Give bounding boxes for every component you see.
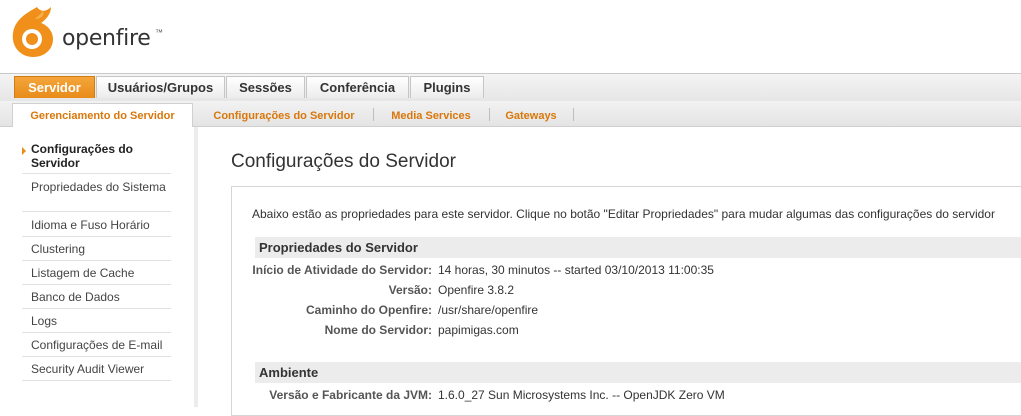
- active-arrow-icon: [22, 147, 26, 155]
- sidebar-item-listagem-de-cache[interactable]: Listagem de Cache: [22, 266, 171, 285]
- property-label: Caminho do Openfire:: [306, 303, 432, 317]
- subtab-gerenciamento-do-servidor[interactable]: Gerenciamento do Servidor: [12, 103, 193, 127]
- openfire-logo-icon: [12, 7, 53, 57]
- sub-tab-bar: Gerenciamento do Servidor Configurações …: [0, 101, 1021, 127]
- sidebar-item-label: Listagem de Cache: [31, 266, 135, 280]
- property-label: Versão e Fabricante da JVM:: [269, 388, 432, 402]
- sidebar-item-configuracoes-de-email[interactable]: Configurações de E-mail: [22, 338, 171, 357]
- sidebar-item-label: Clustering: [31, 242, 86, 256]
- subtab-divider: [489, 108, 490, 121]
- property-value: 1.6.0_27 Sun Microsystems Inc. -- OpenJD…: [438, 388, 725, 402]
- brand-name: openfire: [62, 26, 151, 51]
- property-label: Nome do Servidor:: [324, 323, 432, 337]
- subtab-configuracoes-do-servidor[interactable]: Configurações do Servidor: [203, 103, 365, 128]
- property-label: Versão:: [388, 283, 432, 297]
- sidebar-item-label: Security Audit Viewer: [31, 362, 145, 376]
- intro-text: Abaixo estão as propriedades para este s…: [252, 207, 995, 221]
- tab-conferencia[interactable]: Conferência: [306, 76, 409, 98]
- subtab-divider: [373, 108, 374, 121]
- tab-sessoes[interactable]: Sessões: [226, 76, 305, 98]
- sidebar-item-label: Configurações de E-mail: [31, 338, 163, 352]
- property-label: Início de Atividade do Servidor:: [252, 263, 432, 277]
- property-value: 14 horas, 30 minutos -- started 03/10/20…: [438, 263, 714, 277]
- subtab-gateways[interactable]: Gateways: [497, 103, 565, 128]
- sidebar-item-banco-de-dados[interactable]: Banco de Dados: [22, 290, 171, 309]
- main-tab-bar: Servidor Usuários/Grupos Sessões Conferê…: [0, 73, 1021, 102]
- property-value: Openfire 3.8.2: [438, 283, 515, 297]
- sidebar-item-label: Configurações do Servidor: [31, 142, 134, 170]
- sidebar-item-label: Logs: [31, 314, 58, 328]
- property-value: papimigas.com: [438, 323, 519, 337]
- property-value: /usr/share/openfire: [438, 303, 539, 317]
- sidebar-item-propriedades-do-sistema[interactable]: Propriedades do Sistema: [22, 180, 171, 212]
- brand-trademark: ™: [155, 28, 163, 37]
- subtab-divider: [573, 108, 574, 121]
- page-title: Configurações do Servidor: [231, 151, 456, 172]
- subtab-media-services[interactable]: Media Services: [381, 103, 481, 128]
- section-heading-environment: Ambiente: [255, 362, 1021, 383]
- section-heading-server-properties: Propriedades do Servidor: [255, 237, 1021, 258]
- sidebar-item-label: Propriedades do Sistema: [31, 180, 166, 194]
- sidebar-item-idioma-e-fuso-horario[interactable]: Idioma e Fuso Horário: [22, 218, 171, 237]
- sidebar-item-logs[interactable]: Logs: [22, 314, 171, 333]
- sidebar-item-security-audit-viewer[interactable]: Security Audit Viewer: [22, 362, 171, 381]
- sidebar-item-clustering[interactable]: Clustering: [22, 242, 171, 261]
- tab-servidor[interactable]: Servidor: [14, 76, 95, 98]
- tab-usuarios-grupos[interactable]: Usuários/Grupos: [96, 76, 225, 98]
- header: openfire ™: [0, 0, 1021, 74]
- tab-plugins[interactable]: Plugins: [410, 76, 484, 98]
- sidebar-item-label: Idioma e Fuso Horário: [31, 218, 150, 232]
- sidebar-item-configuracoes-do-servidor[interactable]: Configurações do Servidor: [22, 142, 171, 174]
- sidebar-item-label: Banco de Dados: [31, 290, 120, 304]
- sidebar-divider: [194, 127, 198, 407]
